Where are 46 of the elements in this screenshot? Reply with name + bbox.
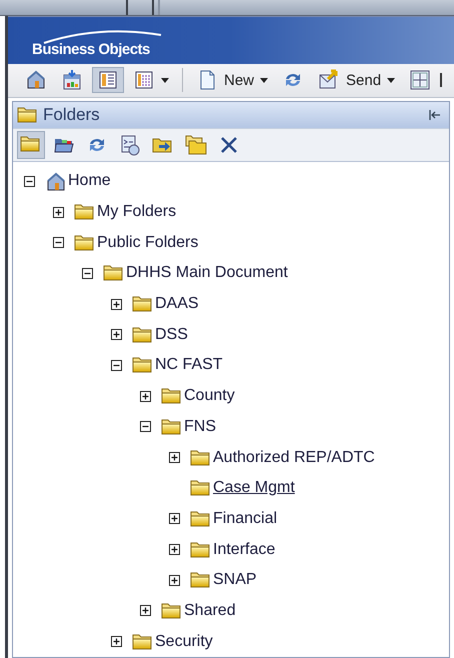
calendar-icon	[61, 69, 83, 92]
home-icon	[45, 171, 67, 192]
tree-item[interactable]: DAAS	[155, 295, 199, 314]
folders-icon	[185, 134, 207, 156]
toolbar-button[interactable]: Send	[313, 67, 400, 94]
expand-toggle-icon[interactable]	[140, 605, 150, 616]
envelope-arrow-icon	[318, 69, 340, 92]
tree-item[interactable]: My Folders	[97, 203, 176, 222]
collapse-toggle-icon[interactable]	[24, 176, 34, 187]
toolbar-button[interactable]	[92, 67, 124, 94]
tree-item[interactable]: Security	[155, 632, 213, 651]
tree-item[interactable]: Case Mgmt	[213, 479, 295, 498]
tree-item[interactable]: SNAP	[213, 571, 257, 590]
collapse-toggle-icon[interactable]	[110, 360, 122, 371]
collapse-toggle-icon[interactable]	[140, 421, 150, 432]
tree-item[interactable]: Home	[68, 172, 111, 190]
expand-toggle-icon[interactable]	[110, 636, 122, 648]
logo-text: Business Objects	[32, 40, 150, 58]
expand-toggle-icon[interactable]	[52, 206, 64, 218]
tree-item[interactable]: NC FAST	[155, 356, 223, 374]
collapse-toggle-icon[interactable]	[82, 268, 92, 279]
tree-item[interactable]: DHHS Main Document	[126, 264, 288, 282]
tree-item[interactable]: Interface	[213, 540, 276, 559]
tree-item[interactable]: Shared	[184, 602, 236, 620]
list-view-icon	[97, 69, 119, 92]
panel-title: Folders	[43, 105, 101, 125]
expand-toggle-icon[interactable]	[168, 544, 180, 556]
tree-item[interactable]: FNS	[184, 418, 216, 436]
expand-toggle-icon[interactable]	[168, 574, 180, 586]
columns-icon	[133, 69, 155, 92]
expand-toggle-icon[interactable]	[168, 513, 180, 524]
tree-item[interactable]: County	[184, 387, 235, 406]
tree-item[interactable]: Public Folders	[97, 234, 198, 252]
tree-item[interactable]: Financial	[213, 510, 278, 528]
expand-toggle-icon[interactable]	[140, 390, 150, 402]
expand-toggle-icon[interactable]	[110, 298, 122, 310]
collapse-icon[interactable]	[429, 109, 441, 121]
properties-icon	[119, 134, 141, 156]
expand-toggle-icon[interactable]	[168, 452, 180, 464]
home-icon	[25, 69, 47, 92]
expand-toggle-icon[interactable]	[110, 329, 122, 340]
toolbar-button[interactable]: New	[191, 67, 274, 94]
grid-icon	[409, 69, 432, 92]
tree-item[interactable]: DSS	[155, 326, 188, 344]
tree-item[interactable]: Authorized REP/ADTC	[213, 448, 375, 467]
collapse-toggle-icon[interactable]	[52, 237, 64, 248]
